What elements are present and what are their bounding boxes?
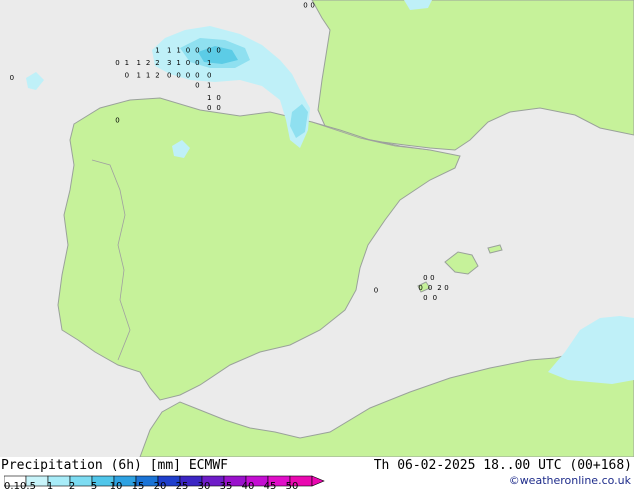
precip-value-label: 0: [186, 47, 190, 55]
legend-tick-label: 2: [68, 481, 76, 492]
precip-value-label: 1: [155, 47, 159, 55]
precip-value-label: 1: [207, 82, 211, 90]
precip-value-label: 0: [167, 72, 171, 80]
precip-value-label: 0: [444, 284, 448, 292]
precip-value-label: 2: [146, 59, 150, 67]
precip-value-label: 0: [176, 72, 180, 80]
precip-value-label: 0: [303, 2, 307, 10]
legend-tick-label: 5: [90, 481, 98, 492]
precip-value-label: 0: [433, 294, 437, 302]
legend-tick-label: 0.5: [20, 481, 36, 492]
precip-value-label: 0: [186, 59, 190, 67]
precip-value-label: 0: [125, 72, 129, 80]
precipitation-map: 1 1 1 0 0 0 00 1 1 2 2 3 1 0 0 10 1 1 2 0 0 0 0 00 11 00 0000 00 00 0…: [0, 0, 634, 457]
precip-value-label: 0: [428, 284, 432, 292]
precip-value-label: 0: [195, 72, 199, 80]
precip-value-label: 1: [146, 72, 150, 80]
precip-value-label: 0: [207, 47, 211, 55]
legend-tick-label: 20: [153, 481, 167, 492]
precip-value-label: 0: [216, 104, 220, 112]
precip-value-label: 0: [423, 274, 427, 282]
precip-value-label: 2: [155, 72, 159, 80]
precip-value-label: 0: [423, 294, 427, 302]
legend-tick-label: 40: [241, 481, 255, 492]
precip-value-label: 0: [216, 47, 220, 55]
precip-value-label: 0: [115, 59, 119, 67]
precip-value-label: 0: [374, 287, 378, 295]
legend-tick-label: 25: [175, 481, 189, 492]
precip-value-label: 1: [207, 59, 211, 67]
legend-ticks: 0.1 0.5 1 2 5 10 15 20 25 30 35 40 45 50: [0, 482, 340, 492]
legend-tick-label: 0.1: [4, 481, 20, 492]
precip-value-label: 0: [216, 94, 220, 102]
precip-value-label: 1: [207, 94, 211, 102]
precip-value-label: 0: [418, 284, 422, 292]
precip-value-label: 0: [430, 274, 434, 282]
precip-value-label: 0: [10, 74, 14, 82]
legend-tick-label: 15: [131, 481, 145, 492]
precip-value-label: 2: [155, 59, 159, 67]
legend-tick-label: 10: [109, 481, 123, 492]
credit-link[interactable]: ©weatheronline.co.uk: [509, 475, 631, 486]
precip-value-label: 0: [207, 104, 211, 112]
precip-value-label: 3: [167, 59, 171, 67]
legend-tick-label: 35: [219, 481, 233, 492]
precip-value-label: 2: [437, 284, 441, 292]
precip-value-label: 0: [115, 117, 119, 125]
legend-tick-label: 1: [46, 481, 54, 492]
legend-title: Precipitation (6h) [mm] ECMWF: [1, 458, 228, 473]
precip-value-label: 1: [125, 59, 129, 67]
legend-tick-label: 30: [197, 481, 211, 492]
precip-value-label: 1: [176, 47, 180, 55]
precip-value-label: 1: [136, 59, 140, 67]
map-footer: Precipitation (6h) [mm] ECMWF Th 06-02-2…: [0, 457, 634, 492]
precip-value-label: 0: [195, 82, 199, 90]
legend-tick-label: 50: [285, 481, 299, 492]
precip-value-label: 1: [167, 47, 171, 55]
precip-value-label: 0: [186, 72, 190, 80]
legend-tick-label: 45: [263, 481, 277, 492]
precip-value-label: 1: [176, 59, 180, 67]
valid-time: Th 06-02-2025 18..00 UTC (00+168): [373, 458, 632, 473]
precip-value-label: 0: [195, 59, 199, 67]
precip-value-label: 0: [310, 2, 314, 10]
precip-value-label: 1: [136, 72, 140, 80]
precip-value-label: 0: [195, 47, 199, 55]
precip-value-label: 0: [207, 72, 211, 80]
